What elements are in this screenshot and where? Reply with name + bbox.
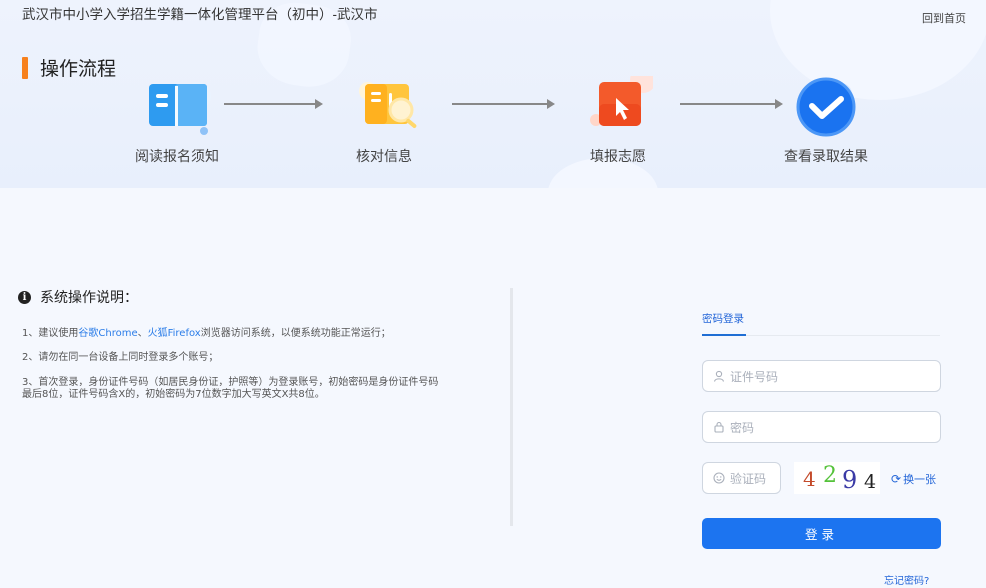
user-icon [712, 369, 726, 383]
flow-header: 操作流程 [22, 54, 116, 81]
step-label: 查看录取结果 [784, 149, 868, 165]
flow-arrow [224, 99, 323, 109]
site-title: 武汉市中小学入学招生学籍一体化管理平台（初中）-武汉市 [22, 7, 378, 22]
chrome-link[interactable]: 谷歌Chrome [78, 328, 137, 339]
info-icon: i [18, 290, 31, 304]
section-divider [510, 288, 513, 526]
document-search-icon [349, 76, 419, 138]
step-label: 填报志愿 [590, 149, 646, 165]
captcha-field[interactable]: 验证码 [702, 462, 781, 494]
check-circle-icon [791, 76, 861, 138]
password-field[interactable]: 密码 [702, 411, 941, 443]
forgot-password-link[interactable]: 忘记密码? [884, 572, 929, 587]
flow-title-accent [22, 56, 28, 79]
instructions-header: i 系统操作说明： [18, 287, 138, 307]
step-view-result: 查看录取结果 [756, 76, 896, 166]
flow-arrow [452, 99, 555, 109]
flow-title: 操作流程 [40, 58, 117, 80]
step-label: 核对信息 [356, 149, 412, 165]
cursor-click-icon [583, 67, 656, 138]
captcha-char: 2 [823, 463, 837, 488]
lock-icon [712, 420, 726, 434]
tab-active-indicator [702, 334, 746, 336]
captcha-char: 9 [842, 466, 858, 494]
step-fill-choice: 填报志愿 [548, 67, 688, 166]
step-label: 阅读报名须知 [135, 149, 219, 165]
id-number-placeholder: 证件号码 [730, 369, 779, 384]
captcha-placeholder: 验证码 [730, 471, 767, 486]
instruction-text: 浏览器访问系统，以便系统功能正常运行； [200, 328, 391, 339]
instructions-title: 系统操作说明： [40, 290, 138, 306]
firefox-link[interactable]: 火狐Firefox [148, 328, 201, 339]
book-icon [142, 76, 212, 138]
refresh-icon: ⟳ [891, 472, 902, 486]
step-read-notice: 阅读报名须知 [107, 76, 247, 166]
instruction-text: 1、建议使用 [22, 328, 79, 339]
step-verify-info: 核对信息 [314, 76, 454, 166]
instruction-item: 1、建议使用谷歌Chrome、火狐Firefox浏览器访问系统，以便系统功能正常… [22, 328, 442, 340]
refresh-label: 换一张 [903, 473, 937, 486]
smile-icon [712, 471, 726, 485]
instruction-item: 2、请勿在同一台设备上同时登录多个账号； [22, 352, 219, 363]
captcha-char: 4 [803, 467, 816, 491]
login-button[interactable]: 登录 [702, 518, 941, 549]
captcha-image[interactable]: 4 2 9 4 [794, 462, 880, 494]
captcha-char: 4 [864, 471, 877, 493]
password-placeholder: 密码 [730, 420, 755, 435]
id-number-field[interactable]: 证件号码 [702, 360, 941, 392]
instruction-item: 3、首次登录，身份证件号码（如居民身份证，护照等）为登录账号，初始密码是身份证件… [22, 377, 439, 400]
home-link[interactable]: 回到首页 [922, 10, 966, 26]
instruction-text: 、 [137, 328, 148, 339]
tab-password-login[interactable]: 密码登录 [702, 311, 744, 326]
refresh-captcha-button[interactable]: ⟳ 换一张 [891, 471, 936, 487]
